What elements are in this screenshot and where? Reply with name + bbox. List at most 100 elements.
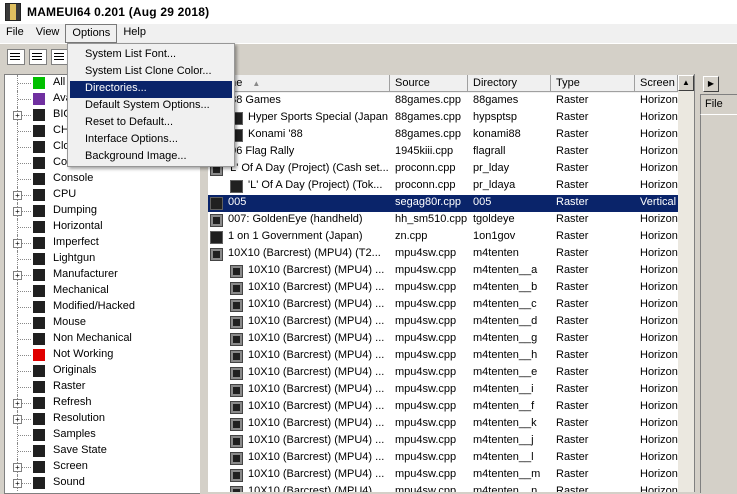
table-row[interactable]: 10X10 (Barcrest) (MPU4) ... mpu4sw.cpp m4t… bbox=[208, 433, 678, 450]
scroll-up-icon[interactable]: ▲ bbox=[678, 75, 694, 91]
table-row[interactable]: '96 Flag Rally 1945kiii.cpp flagrall Raster… bbox=[208, 144, 678, 161]
expand-plus-icon[interactable]: + bbox=[13, 463, 22, 472]
tree-item[interactable]: Mouse bbox=[5, 315, 200, 331]
cell-screen: Horizon bbox=[640, 247, 678, 259]
menu-item-background-image[interactable]: Background Image... bbox=[70, 149, 232, 166]
column-header-screen[interactable]: Screen bbox=[635, 75, 678, 92]
cell-type: Raster bbox=[556, 349, 589, 361]
tree-item[interactable]: Non Mechanical bbox=[5, 331, 200, 347]
table-row[interactable]: 10X10 (Barcrest) (MPU4) ... mpu4sw.cpp m4t… bbox=[208, 399, 678, 416]
table-row[interactable]: 005 segag80r.cpp 005 Raster Vertical bbox=[208, 195, 678, 212]
table-row[interactable]: '88 Games 88games.cpp 88games Raster Horizon bbox=[208, 93, 678, 110]
tree-item-label: Screen bbox=[53, 460, 88, 472]
tree-item[interactable]: + Refresh bbox=[5, 395, 200, 411]
table-row[interactable]: 10X10 (Barcrest) (MPU4) ... mpu4sw.cpp m4t… bbox=[208, 416, 678, 433]
table-row[interactable]: 10X10 (Barcrest) (MPU4) ... mpu4sw.cpp m4t… bbox=[208, 263, 678, 280]
table-row[interactable]: 'L' Of A Day (Project) (Tok... proconn.cp… bbox=[208, 178, 678, 195]
tree-item[interactable]: Not Working bbox=[5, 347, 200, 363]
tree-item[interactable]: Horizontal bbox=[5, 219, 200, 235]
cell-name: Hyper Sports Special (Japan) bbox=[248, 111, 388, 123]
menu-item-interface-options[interactable]: Interface Options... bbox=[70, 132, 232, 149]
expand-plus-icon[interactable]: + bbox=[13, 399, 22, 408]
cell-type: Raster bbox=[556, 128, 589, 140]
tree-item[interactable]: Lightgun bbox=[5, 251, 200, 267]
expand-plus-icon[interactable]: + bbox=[13, 111, 22, 120]
menu-item-default-system-options[interactable]: Default System Options... bbox=[70, 98, 232, 115]
cell-source: mpu4sw.cpp bbox=[395, 264, 457, 276]
column-header-source[interactable]: Source bbox=[390, 75, 468, 92]
menu-item-directories[interactable]: Directories... bbox=[70, 81, 232, 98]
table-row[interactable]: 1 on 1 Government (Japan) zn.cpp 1on1gov Ra… bbox=[208, 229, 678, 246]
tree-item[interactable]: + Manufacturer bbox=[5, 267, 200, 283]
tree-item[interactable]: Console bbox=[5, 171, 200, 187]
tree-item[interactable]: Originals bbox=[5, 363, 200, 379]
table-row[interactable]: 10X10 (Barcrest) (MPU4) ... mpu4sw.cpp m4t… bbox=[208, 467, 678, 484]
tree-item[interactable]: + Resolution bbox=[5, 411, 200, 427]
table-row[interactable]: 10X10 (Barcrest) (MPU4) ... mpu4sw.cpp m4t… bbox=[208, 450, 678, 467]
tree-item[interactable]: Samples bbox=[5, 427, 200, 443]
menu-help[interactable]: Help bbox=[117, 24, 152, 43]
table-row[interactable]: Konami '88 88games.cpp konami88 Raster Horiz… bbox=[208, 127, 678, 144]
column-header-name[interactable]: Name▲ bbox=[208, 75, 390, 92]
expand-plus-icon[interactable]: + bbox=[13, 271, 22, 280]
table-row[interactable]: 10X10 (Barcrest) (MPU4) ... mpu4sw.cpp m4t… bbox=[208, 382, 678, 399]
menu-item-system-list-font[interactable]: System List Font... bbox=[70, 47, 232, 64]
table-row[interactable]: 10X10 (Barcrest) (MPU4) ... mpu4sw.cpp m4t… bbox=[208, 314, 678, 331]
menu-file[interactable]: File bbox=[0, 24, 30, 43]
list-view-icon[interactable] bbox=[7, 49, 25, 65]
cell-type: Raster bbox=[556, 179, 589, 191]
cell-type: Raster bbox=[556, 366, 589, 378]
table-row[interactable]: 10X10 (Barcrest) (MPU4) ... mpu4sw.cpp m4t… bbox=[208, 348, 678, 365]
expand-plus-icon[interactable]: + bbox=[13, 415, 22, 424]
folder-icon bbox=[33, 413, 45, 425]
menu-options[interactable]: Options bbox=[65, 24, 118, 43]
table-row[interactable]: 10X10 (Barcrest) (MPU4) ... mpu4sw.cpp m4t… bbox=[208, 365, 678, 382]
tree-item[interactable]: Save State bbox=[5, 443, 200, 459]
app-icon bbox=[5, 3, 21, 21]
table-row[interactable]: Hyper Sports Special (Japan) 88games.cpp h… bbox=[208, 110, 678, 127]
tree-item[interactable]: + Screen bbox=[5, 459, 200, 475]
tree-item[interactable]: + Dumping bbox=[5, 203, 200, 219]
table-row[interactable]: 10X10 (Barcrest) (MPU4) (T2... mpu4sw.cpp… bbox=[208, 246, 678, 263]
expand-plus-icon[interactable]: + bbox=[13, 479, 22, 488]
cell-screen: Horizon bbox=[640, 485, 678, 492]
expand-panel-icon[interactable]: ▶ bbox=[703, 76, 719, 92]
column-header-directory[interactable]: Directory bbox=[468, 75, 551, 92]
table-row[interactable]: 'L' Of A Day (Project) (Cash set... proco… bbox=[208, 161, 678, 178]
menu-item-reset-to-default[interactable]: Reset to Default... bbox=[70, 115, 232, 132]
tree-item[interactable]: Modified/Hacked bbox=[5, 299, 200, 315]
cell-name: 1 on 1 Government (Japan) bbox=[228, 230, 363, 242]
system-list[interactable]: Name▲ Source Directory Type Screen '88 G… bbox=[208, 75, 678, 492]
details-view-icon[interactable] bbox=[29, 49, 47, 65]
cell-source: proconn.cpp bbox=[395, 179, 456, 191]
tree-item[interactable]: Raster bbox=[5, 379, 200, 395]
table-row[interactable]: 10X10 (Barcrest) (MPU4) ... mpu4sw.cpp m4t… bbox=[208, 280, 678, 297]
tree-branch bbox=[18, 83, 31, 84]
list-scrollbar[interactable]: ▲ bbox=[678, 75, 694, 492]
tree-item[interactable]: + Sound bbox=[5, 475, 200, 491]
menu-item-system-list-clone-color[interactable]: System List Clone Color... bbox=[70, 64, 232, 81]
cell-source: 88games.cpp bbox=[395, 111, 462, 123]
tree-item[interactable]: + CPU bbox=[5, 187, 200, 203]
system-icon bbox=[230, 469, 243, 482]
cell-source: mpu4sw.cpp bbox=[395, 315, 457, 327]
table-row[interactable]: 10X10 (Barcrest) (MPU4) ... mpu4sw.cpp m4t… bbox=[208, 297, 678, 314]
expand-plus-icon[interactable]: + bbox=[13, 207, 22, 216]
expand-plus-icon[interactable]: + bbox=[13, 191, 22, 200]
folder-icon bbox=[33, 381, 45, 393]
tree-item-label: Imperfect bbox=[53, 236, 99, 248]
tree-item[interactable]: Mechanical bbox=[5, 283, 200, 299]
tab-file[interactable]: File bbox=[700, 94, 737, 114]
table-row[interactable]: 10X10 (Barcrest) (MPU4) ... mpu4sw.cpp m4t… bbox=[208, 484, 678, 492]
tree-item[interactable]: + Imperfect bbox=[5, 235, 200, 251]
expand-plus-icon[interactable]: + bbox=[13, 239, 22, 248]
system-icon bbox=[230, 384, 243, 397]
options-menu-dropdown: System List Font... System List Clone Col… bbox=[67, 43, 235, 167]
menu-view[interactable]: View bbox=[30, 24, 66, 43]
column-header-type[interactable]: Type bbox=[551, 75, 635, 92]
table-row[interactable]: 007: GoldenEye (handheld) hh_sm510.cpp tgo… bbox=[208, 212, 678, 229]
folder-icon bbox=[33, 157, 45, 169]
table-row[interactable]: 10X10 (Barcrest) (MPU4) ... mpu4sw.cpp m4t… bbox=[208, 331, 678, 348]
cell-screen: Horizon bbox=[640, 332, 678, 344]
system-icon bbox=[210, 214, 223, 227]
